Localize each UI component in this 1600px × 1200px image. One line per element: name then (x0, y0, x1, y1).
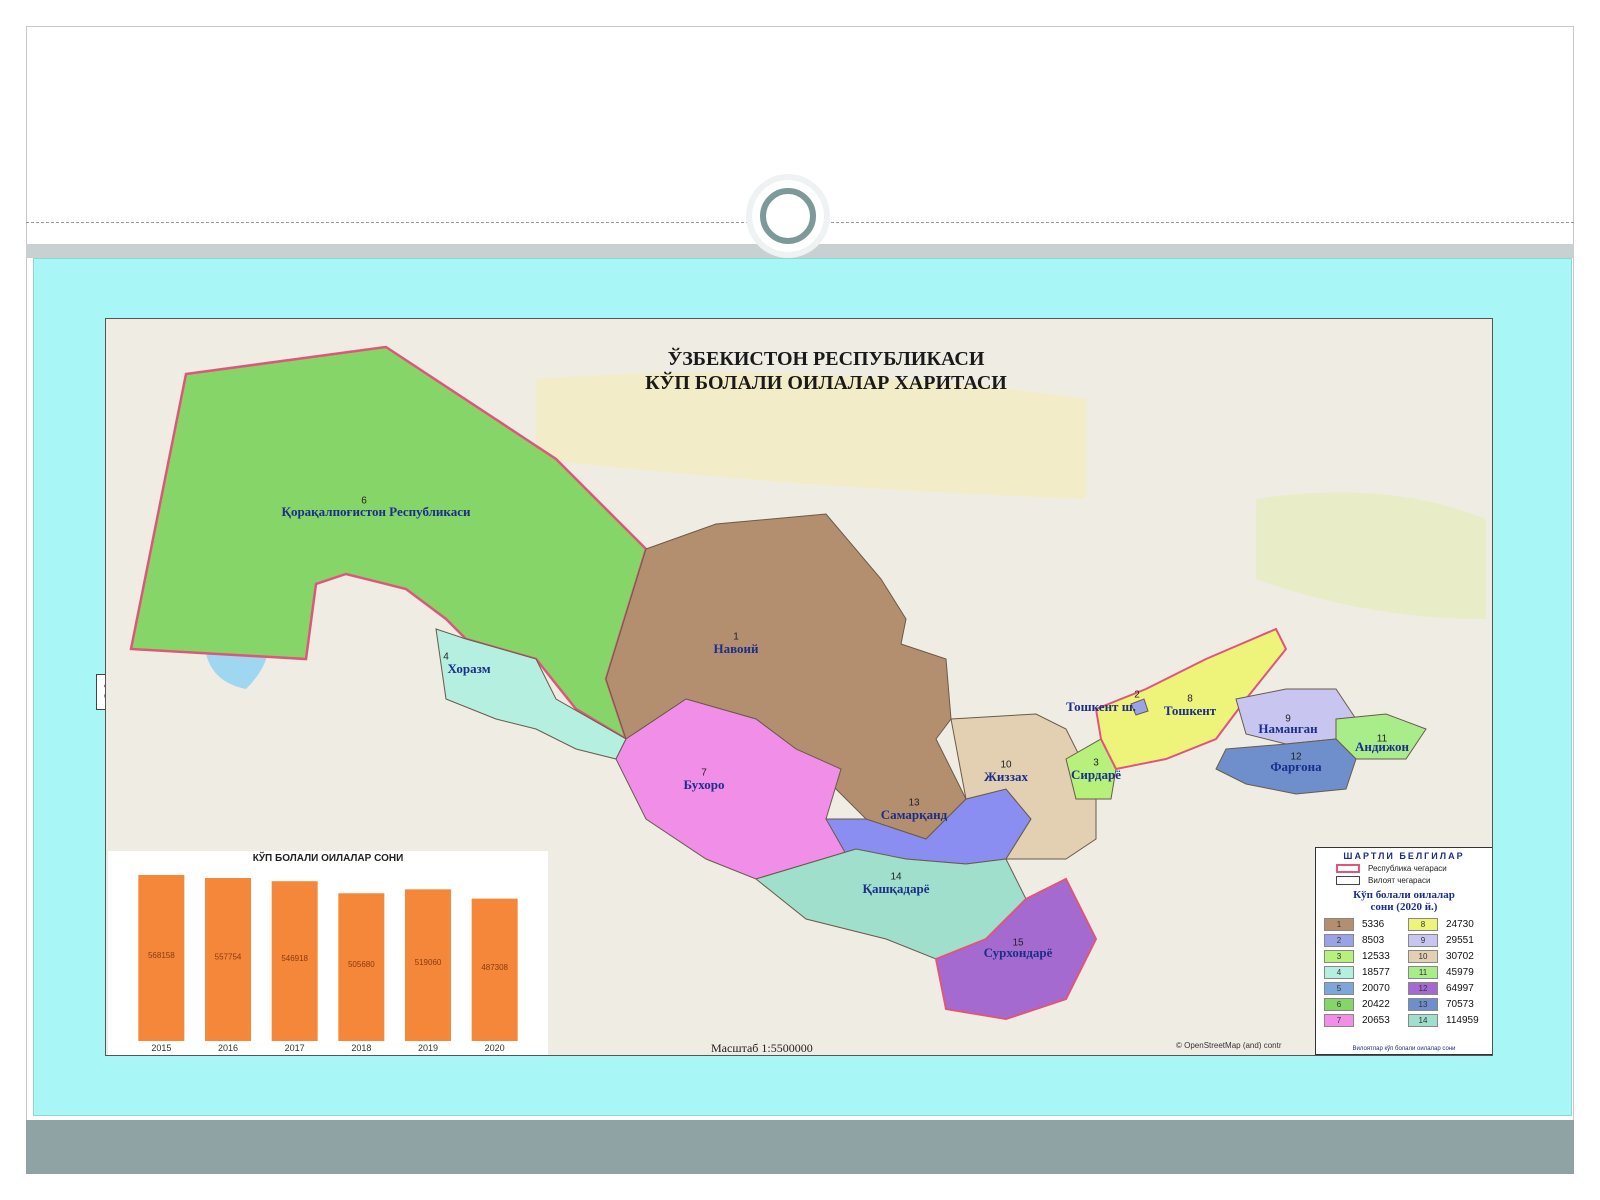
legend-item: 3 12533 (1324, 950, 1402, 963)
legend-subtitle-line1: Кўп болали оилалар (1353, 889, 1455, 901)
region-label-fergana: Фарғона (1270, 759, 1322, 774)
region-label-andijan: Андижон (1354, 739, 1410, 754)
legend-item: 5 20070 (1324, 982, 1402, 995)
legend-swatch: 1 (1324, 918, 1354, 931)
bar-value-label: 546918 (281, 954, 308, 963)
legend-item: 12 64997 (1408, 982, 1486, 995)
legend-items: 1 5336 8 24730 2 8503 9 29551 3 12533 10 30702 4 1857… (1324, 918, 1486, 1027)
legend-swatch: 3 (1324, 950, 1354, 963)
legend-item: 14 114959 (1408, 1014, 1486, 1027)
legend-value: 70573 (1446, 999, 1474, 1010)
legend-item: 11 45979 (1408, 966, 1486, 979)
legend-swatch: 9 (1408, 934, 1438, 947)
legend-swatch: 10 (1408, 950, 1438, 963)
legend-item: 8 24730 (1408, 918, 1486, 931)
legend-swatch: 6 (1324, 998, 1354, 1011)
bar-value-label: 557754 (215, 953, 242, 962)
map-title-line2: КЎП БОЛАЛИ ОИЛАЛАР ХАРИТАСИ (645, 372, 1007, 394)
legend-heading: ШАРТЛИ БЕЛГИЛАР (1343, 851, 1465, 861)
legend-value: 64997 (1446, 983, 1474, 994)
legend-footnote: Вилоятлар кўп болали оилалар сони (1352, 1046, 1456, 1052)
region-label-samarkand: Самарқанд (880, 807, 948, 822)
region-label-bukhara: Бухоро (683, 777, 725, 792)
legend-item: 1 5336 (1324, 918, 1402, 931)
ring-ornament (752, 180, 824, 252)
legend-swatch: 14 (1408, 1014, 1438, 1027)
region-label-navoiy: Навоий (713, 641, 759, 656)
legend-swatch: 5 (1324, 982, 1354, 995)
map-title-line1: ЎЗБЕКИСТОН РЕСПУБЛИКАСИ (667, 348, 985, 370)
legend-subtitle-line2: сони (2020 й.) (1370, 901, 1438, 913)
bar-category-label: 2016 (218, 1043, 238, 1053)
map-legend: ШАРТЛИ БЕЛГИЛАР Республика чегараси Вило… (1315, 847, 1492, 1055)
region-label-khorezm: Хоразм (447, 661, 491, 676)
region-label-namangan: Наманган (1258, 721, 1318, 736)
region-label-jizzakh: Жиззах (984, 769, 1028, 784)
legend-value: 12533 (1362, 951, 1390, 962)
legend-value: 18577 (1362, 967, 1390, 978)
map-scale: Масштаб 1:5500000 (711, 1041, 813, 1055)
map-panel: ЎЗБЕКИСТОН РЕСПУБЛИКАСИ КЎП БОЛАЛИ ОИЛАЛ… (105, 318, 1493, 1056)
legend-value: 20070 (1362, 983, 1390, 994)
legend-swatch: 7 (1324, 1014, 1354, 1027)
legend-swatch: 12 (1408, 982, 1438, 995)
legend-subtitle: Кўп болали оилалар сони (2020 й.) (1316, 889, 1492, 913)
bar-category-label: 2017 (285, 1043, 305, 1053)
region-label-sirdarya: Сирдарё (1070, 767, 1122, 782)
legend-swatch: 8 (1408, 918, 1438, 931)
bar-value-label: 568158 (148, 951, 175, 960)
legend-item: 10 30702 (1408, 950, 1486, 963)
legend-value: 20422 (1362, 999, 1390, 1010)
legend-item: 4 18577 (1324, 966, 1402, 979)
legend-swatch: 2 (1324, 934, 1354, 947)
legend-item: 2 8503 (1324, 934, 1402, 947)
legend-item: 7 20653 (1324, 1014, 1402, 1027)
legend-value: 45979 (1446, 967, 1474, 978)
bar-category-label: 2020 (485, 1043, 505, 1053)
legend-item: 13 70573 (1408, 998, 1486, 1011)
legend-item: 9 29551 (1408, 934, 1486, 947)
legend-item: 6 20422 (1324, 998, 1402, 1011)
bar-value-label: 505680 (348, 960, 375, 969)
bar-value-label: 487308 (481, 963, 508, 972)
map-title: ЎЗБЕКИСТОН РЕСПУБЛИКАСИ КЎП БОЛАЛИ ОИЛАЛ… (506, 347, 1146, 395)
region-label-tashkent-city: Тошкент ш. (1066, 699, 1136, 714)
legend-value: 24730 (1446, 919, 1474, 930)
legend-region-border: Вилоят чегараси (1336, 876, 1492, 885)
republic-border-swatch (1336, 864, 1360, 873)
region-label-karakalpakstan: Қорақалпоғистон Республикаси (281, 504, 471, 519)
chart-title: КЎП БОЛАЛИ ОИЛАЛАР СОНИ (252, 853, 404, 864)
bar-value-label: 519060 (415, 958, 442, 967)
legend-value: 29551 (1446, 935, 1474, 946)
legend-swatch: 4 (1324, 966, 1354, 979)
footer-band (26, 1120, 1574, 1174)
legend-value: 20653 (1362, 1015, 1390, 1026)
legend-value: 30702 (1446, 951, 1474, 962)
legend-value: 5336 (1362, 919, 1385, 930)
map-attribution: © OpenStreetMap (and) contr (1176, 1041, 1282, 1050)
legend-value: 8503 (1362, 935, 1385, 946)
bar-category-label: 2019 (418, 1043, 438, 1053)
legend-republic-border: Республика чегараси (1336, 864, 1492, 873)
legend-swatch: 13 (1408, 998, 1438, 1011)
legend-swatch: 11 (1408, 966, 1438, 979)
region-label-surkhandarya: Сурхондарё (983, 945, 1053, 960)
legend-value: 114959 (1446, 1015, 1479, 1026)
region-label-kashkadarya: Қашқадарё (862, 881, 930, 896)
bar-chart: 568158 2015 557754 2016 546918 2017 505680 2018… (108, 851, 548, 1055)
bar-category-label: 2018 (351, 1043, 371, 1053)
legend-republic-border-label: Республика чегараси (1368, 864, 1447, 873)
bar-category-label: 2015 (151, 1043, 171, 1053)
region-label-tashkent: Тошкент (1163, 703, 1217, 718)
legend-region-border-label: Вилоят чегараси (1368, 876, 1431, 885)
region-border-swatch (1336, 876, 1360, 885)
bar-chart-canvas: 568158 2015 557754 2016 546918 2017 505680 2018… (138, 875, 518, 1053)
